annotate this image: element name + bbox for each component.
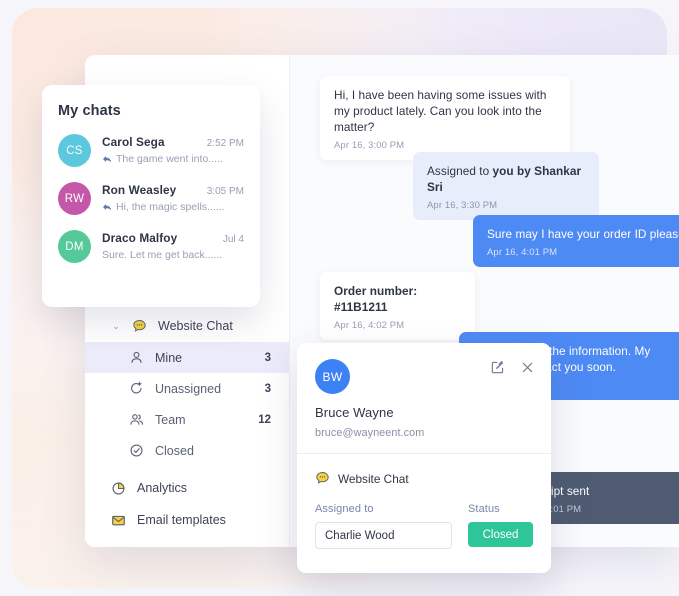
my-chats-card: My chats CS Carol Sega 2:52 PM The game … (42, 85, 260, 307)
chat-timestamp: Jul 4 (222, 234, 244, 245)
contact-detail-body: Website Chat Assigned to Status Closed (297, 454, 551, 549)
chat-item-body: Ron Weasley 3:05 PM Hi, the magic spells… (102, 182, 244, 213)
sidebar-link-label: Email templates (137, 513, 226, 527)
assigned-to-input[interactable] (315, 522, 452, 549)
detail-fields: Assigned to Status Closed (315, 503, 533, 549)
message-text: Hi, I have been having some issues with … (334, 88, 547, 134)
contact-email: bruce@wayneent.com (315, 427, 425, 439)
message-timestamp: Apr 16, 4:02 PM (334, 320, 405, 331)
sidebar-item-label: Team (155, 412, 186, 427)
chat-snippet: Sure. Let me get back...... (102, 249, 223, 261)
assigned-to-field: Assigned to (315, 503, 452, 549)
chat-timestamp: 2:52 PM (206, 138, 244, 149)
message-text-prefix: Assigned to (427, 164, 493, 178)
chat-item-header: Carol Sega 2:52 PM (102, 135, 244, 149)
message-bubble-outgoing: Sure may I have your order ID please Apr… (473, 215, 679, 267)
sidebar-item-label: Closed (155, 443, 194, 458)
chat-list-item[interactable]: DM Draco Malfoy Jul 4 Sure. Let me get b… (58, 230, 244, 263)
chevron-down-icon: ⌄ (112, 320, 120, 331)
avatar: DM (58, 230, 91, 263)
channel-label: Website Chat (338, 471, 409, 486)
sidebar-item-label: Mine (155, 350, 183, 365)
avatar: BW (315, 359, 350, 394)
message-text: Assigned to you by Shankar Sri (427, 163, 585, 195)
sidebar-item-email-templates[interactable]: Email templates (85, 504, 289, 536)
sidebar-item-label: Unassigned (155, 381, 222, 396)
chat-contact-name: Ron Weasley (102, 183, 177, 197)
status-label: Status (468, 503, 500, 515)
user-add-icon (129, 381, 144, 396)
reply-arrow-icon (103, 203, 111, 210)
chat-preview: The game went into..... (102, 153, 244, 165)
users-icon (129, 412, 144, 427)
check-circle-icon (129, 443, 144, 458)
pie-chart-icon (111, 481, 126, 496)
chat-bubble-icon (132, 319, 147, 334)
chat-contact-name: Draco Malfoy (102, 231, 178, 245)
message-bubble-incoming: Order number: #11B1211 Apr 16, 4:02 PM (320, 272, 475, 340)
chat-bubble-icon (315, 471, 330, 486)
screenshot-stage: ⌄ Website Chat Mine 3 Unassigned 3 Team … (0, 0, 679, 596)
chat-item-body: Carol Sega 2:52 PM The game went into...… (102, 134, 244, 165)
chat-list-item[interactable]: RW Ron Weasley 3:05 PM Hi, the magic spe… (58, 182, 244, 215)
contact-name: Bruce Wayne (315, 405, 394, 420)
reply-arrow-icon (103, 155, 111, 162)
chat-item-header: Ron Weasley 3:05 PM (102, 183, 244, 197)
message-timestamp: Apr 16, 4:01 PM (487, 247, 558, 258)
sidebar-item-count: 3 (264, 382, 271, 395)
sidebar-item-analytics[interactable]: Analytics (85, 472, 289, 504)
message-text: Order number: #11B1211 (334, 284, 418, 314)
status-badge[interactable]: Closed (468, 522, 533, 547)
sidebar-item-mine[interactable]: Mine 3 (85, 342, 289, 373)
chat-item-header: Draco Malfoy Jul 4 (102, 231, 244, 245)
sidebar-item-unassigned[interactable]: Unassigned 3 (85, 373, 289, 404)
assigned-to-label: Assigned to (315, 503, 374, 515)
message-bubble-system: Assigned to you by Shankar Sri Apr 16, 3… (413, 152, 599, 220)
sidebar-item-team[interactable]: Team 12 (85, 404, 289, 435)
sidebar-item-count: 12 (258, 413, 271, 426)
chat-preview: Sure. Let me get back...... (102, 249, 244, 261)
contact-detail-actions (490, 360, 535, 375)
contact-detail-card: BW Bruce Wayne bruce@wayneent.com Websit… (297, 343, 551, 573)
chat-snippet: Hi, the magic spells...... (116, 201, 225, 213)
message-text: Sure may I have your order ID please (487, 227, 679, 241)
sidebar-nav: ⌄ Website Chat Mine 3 Unassigned 3 Team … (85, 310, 289, 536)
message-timestamp: Apr 16, 3:00 PM (334, 140, 405, 151)
message-timestamp: Apr 16, 3:30 PM (427, 200, 498, 211)
avatar: CS (58, 134, 91, 167)
edit-pencil-icon[interactable] (490, 360, 505, 375)
chat-snippet: The game went into..... (116, 153, 223, 165)
avatar: RW (58, 182, 91, 215)
status-field: Status Closed (468, 503, 533, 549)
envelope-icon (111, 513, 126, 528)
sidebar-link-label: Analytics (137, 481, 188, 495)
sidebar-item-count: 3 (264, 351, 271, 364)
sidebar-group-label: Website Chat (158, 319, 233, 333)
chat-contact-name: Carol Sega (102, 135, 165, 149)
sidebar-group-website-chat[interactable]: ⌄ Website Chat (85, 310, 289, 342)
chat-list-item[interactable]: CS Carol Sega 2:52 PM The game went into… (58, 134, 244, 167)
channel-row: Website Chat (315, 471, 533, 486)
sidebar-item-closed[interactable]: Closed (85, 435, 289, 466)
chat-item-body: Draco Malfoy Jul 4 Sure. Let me get back… (102, 230, 244, 261)
close-icon[interactable] (520, 360, 535, 375)
my-chats-title: My chats (58, 103, 121, 119)
chat-preview: Hi, the magic spells...... (102, 201, 244, 213)
message-bubble-incoming: Hi, I have been having some issues with … (320, 76, 570, 160)
chat-timestamp: 3:05 PM (206, 186, 244, 197)
contact-detail-header: BW Bruce Wayne bruce@wayneent.com (297, 343, 551, 453)
user-icon (129, 350, 144, 365)
